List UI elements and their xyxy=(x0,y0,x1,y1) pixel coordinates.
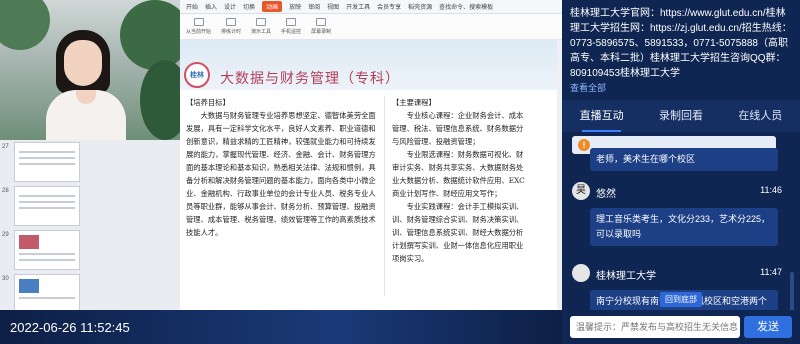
course-line: 业大数据分析、数据统计软件应用、EXC xyxy=(392,176,525,185)
phone-remote-button[interactable]: 手机遥控 xyxy=(281,18,301,35)
timer-icon xyxy=(226,18,237,26)
chat-username: 悠然 xyxy=(596,189,616,200)
course-line: 审计实务、财务共享实务、大数据财务处 xyxy=(392,163,524,172)
chat-list[interactable]: ! 老师，美术生在哪个校区 昊 悠然 11:46 理工音乐类考生，文化分233，… xyxy=(562,132,800,310)
tab-live-interaction[interactable]: 直播互动 xyxy=(562,100,641,132)
presenter-webcam xyxy=(0,0,180,140)
course-line: 与风险管理、投融资管理； xyxy=(392,137,480,146)
presenter-tools-button[interactable]: 演示工具 xyxy=(251,18,271,35)
panel-tabs: 直播互动 录制回看 在线人员 xyxy=(562,100,800,132)
training-goals-heading: 【培养目标】 xyxy=(186,98,230,107)
live-stream-page: 27 28 29 30 开始 插入 设计 切换 动画 放映 审阅 视图 开发工具… xyxy=(0,0,800,344)
ribbon-search[interactable]: 查找命令、搜索模板 xyxy=(439,2,493,11)
chat-time: 11:46 xyxy=(760,185,782,195)
send-button[interactable]: 发送 xyxy=(744,316,792,338)
view-all-link[interactable]: 查看全部 xyxy=(570,81,792,92)
tab-online-users[interactable]: 在线人员 xyxy=(721,100,800,132)
column-divider xyxy=(384,96,385,296)
ribbon-tab[interactable]: 视图 xyxy=(327,2,339,11)
ribbon-toolbar: 从当前开始 排练计时 演示工具 手机遥控 屏幕录制 xyxy=(180,14,562,40)
stream-timestamp: 2022-06-26 11:52:45 xyxy=(10,320,130,335)
slide-thumbnail[interactable] xyxy=(14,186,80,226)
school-info: 桂林理工大学官网：https://www.glut.edu.cn/桂林理工大学招… xyxy=(562,0,800,92)
ribbon-tab-bar: 开始 插入 设计 切换 动画 放映 审阅 视图 开发工具 会员专享 稻壳资源 查… xyxy=(180,0,562,14)
chat-input[interactable] xyxy=(570,316,740,338)
tab-replay[interactable]: 录制回看 xyxy=(641,100,720,132)
avatar: 昊 xyxy=(572,182,590,200)
ribbon-tab[interactable]: 设计 xyxy=(224,2,236,11)
chat-bubble: 理工音乐类考生，文化分233，艺术分225，可以录取吗 xyxy=(590,208,778,246)
university-logo: 桂林 xyxy=(184,62,210,88)
slide-thumbnail[interactable] xyxy=(14,274,80,314)
play-icon xyxy=(193,18,204,26)
slide-thumbnail[interactable] xyxy=(14,142,80,182)
presenter xyxy=(46,30,126,140)
chat-scrollbar[interactable] xyxy=(790,272,794,310)
main-courses-heading: 【主要课程】 xyxy=(392,98,436,107)
course-line: 训、管理信息系统实训、财经大数据分析 xyxy=(392,228,524,237)
chat-username: 桂林理工大学 xyxy=(596,271,656,282)
ribbon-tab[interactable]: 会员专享 xyxy=(377,2,401,11)
course-line: 专业限选课程：财务数据可视化、财 xyxy=(406,150,524,159)
chat-message-header: 昊 悠然 11:46 xyxy=(572,182,782,202)
ribbon-tab[interactable]: 稻壳资源 xyxy=(408,2,432,11)
ribbon-tab-active[interactable]: 动画 xyxy=(262,1,283,12)
thumb-number: 29 xyxy=(2,232,9,238)
course-line: 管理、税法、管理信息系统、财务数据分 xyxy=(392,124,524,133)
ribbon-tab[interactable]: 切换 xyxy=(243,2,255,11)
side-panel: 桂林理工大学官网：https://www.glut.edu.cn/桂林理工大学招… xyxy=(562,0,800,344)
school-info-text: 桂林理工大学官网：https://www.glut.edu.cn/桂林理工大学招… xyxy=(570,8,792,79)
ribbon-tab[interactable]: 插入 xyxy=(205,2,217,11)
chat-composer: 发送 xyxy=(562,310,800,344)
thumb-number: 30 xyxy=(2,276,9,282)
training-goals-column: 【培养目标】 大数据与财务管理专业培养思想坚定、德智体美劳全面发展，具有一定科学… xyxy=(186,96,382,239)
ribbon-tab[interactable]: 放映 xyxy=(289,2,301,11)
ribbon-tab[interactable]: 开发工具 xyxy=(346,2,370,11)
presentation-window: 开始 插入 设计 切换 动画 放映 审阅 视图 开发工具 会员专享 稻壳资源 查… xyxy=(180,0,562,310)
chat-bubble: 老师，美术生在哪个校区 xyxy=(590,148,778,171)
course-line: 计划撰写实训、业财一体信息化应用职业 xyxy=(392,241,524,250)
course-line: 训、财务管理综合实训、财务决策实训、 xyxy=(392,215,524,224)
slide-title: 大数据与财务管理（专科） xyxy=(220,71,400,87)
main-courses-column: 【主要课程】 专业核心课程：企业财务会计、成本 管理、税法、管理信息系统、财务数… xyxy=(392,96,562,265)
back-to-bottom-button[interactable]: 回到底部 xyxy=(660,292,702,307)
slide-thumbnail[interactable] xyxy=(14,230,80,270)
ribbon-tab[interactable]: 开始 xyxy=(186,2,198,11)
chat-message-header: 桂林理工大学 11:47 xyxy=(572,264,782,284)
course-line: 商业计划写作、财经应用文写作； xyxy=(392,189,502,198)
warning-icon: ! xyxy=(578,139,590,151)
pen-icon xyxy=(256,18,267,26)
training-goals-text: 大数据与财务管理专业培养思想坚定、德智体美劳全面发展，具有一定科学文化水平，良好… xyxy=(186,111,376,237)
record-icon xyxy=(316,18,327,26)
ribbon-tab[interactable]: 审阅 xyxy=(308,2,320,11)
slide-thumbnail-list[interactable]: 27 28 29 30 xyxy=(0,140,180,314)
avatar xyxy=(572,264,590,282)
course-line: 专业实践课程：会计手工模拟实训、 xyxy=(406,202,524,211)
rehearse-timing-button[interactable]: 排练计时 xyxy=(221,18,241,35)
thumb-number: 28 xyxy=(2,188,9,194)
phone-icon xyxy=(286,18,297,26)
thumb-number: 27 xyxy=(2,144,9,150)
start-from-current-button[interactable]: 从当前开始 xyxy=(186,18,211,35)
slide-canvas: 桂林 大数据与财务管理（专科） 【培养目标】 大数据与财务管理专业培养思想坚定、… xyxy=(180,40,562,310)
video-stage[interactable]: 27 28 29 30 开始 插入 设计 切换 动画 放映 审阅 视图 开发工具… xyxy=(0,0,562,344)
course-line: 专业核心课程：企业财务会计、成本 xyxy=(406,111,524,120)
chat-time: 11:47 xyxy=(760,267,782,277)
screen-record-button[interactable]: 屏幕录制 xyxy=(311,18,331,35)
course-line: 项岗实习。 xyxy=(392,254,429,263)
